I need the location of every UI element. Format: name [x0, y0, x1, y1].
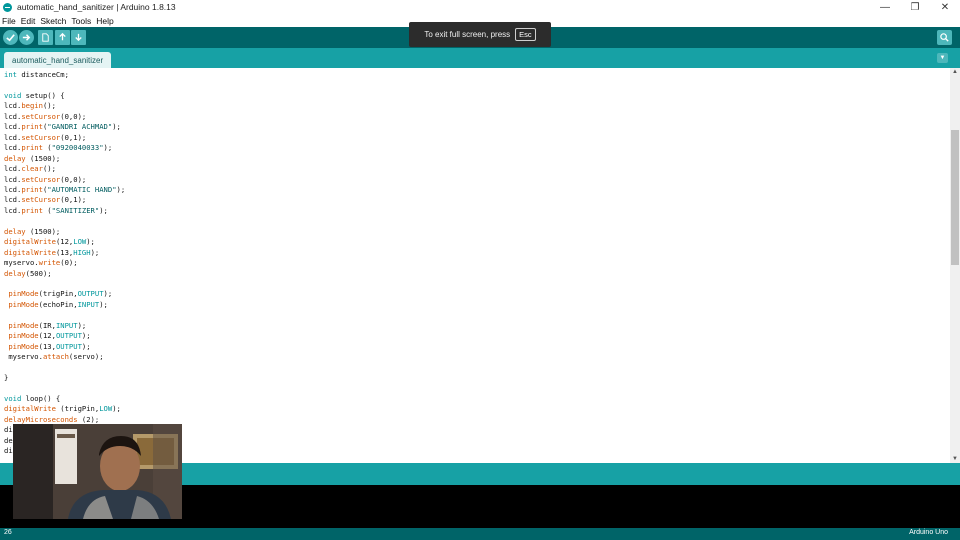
- menu-help[interactable]: Help: [96, 16, 113, 26]
- code-line: digitalWrite(12,LOW);: [4, 237, 95, 247]
- chevron-down-icon: ▼: [939, 55, 946, 61]
- menu-edit[interactable]: Edit: [21, 16, 36, 26]
- tab-menu-button[interactable]: ▼: [937, 53, 948, 63]
- code-line: myservo.write(0);: [4, 258, 78, 268]
- serial-monitor-button[interactable]: [937, 30, 952, 45]
- scroll-up-icon[interactable]: ▲: [950, 68, 960, 76]
- code-line: lcd.print("GANDRI ACHMAD");: [4, 122, 121, 132]
- code-line: di: [4, 446, 13, 456]
- save-icon: [75, 33, 82, 42]
- webcam-overlay: [13, 424, 182, 519]
- verify-button[interactable]: [3, 30, 18, 45]
- upload-button[interactable]: [19, 30, 34, 45]
- code-line: int distanceCm;: [4, 70, 69, 79]
- code-line: lcd.print("AUTOMATIC HAND");: [4, 184, 126, 194]
- code-line: delay (1500);: [4, 153, 61, 163]
- code-line: pinMode(trigPin,OUTPUT);: [8, 289, 113, 299]
- minimize-button[interactable]: —: [870, 0, 900, 14]
- code-line: delay(500);: [4, 268, 52, 278]
- code-line: lcd.setCursor(0,1);: [4, 195, 87, 205]
- code-line: pinMode(IR,INPUT);: [8, 320, 87, 330]
- bottom-status-bar: 26 Arduino Uno: [0, 528, 960, 540]
- code-line: pinMode(echoPin,INPUT);: [8, 299, 108, 309]
- window-title: automatic_hand_sanitizer | Arduino 1.8.1…: [17, 2, 176, 12]
- new-button[interactable]: [38, 30, 53, 45]
- code-line: lcd.clear();: [4, 164, 56, 174]
- code-editor[interactable]: int distanceCm; void setup() {lcd.begin()…: [0, 68, 950, 463]
- scrollbar-thumb[interactable]: [951, 130, 959, 265]
- code-line: delay (1500);: [4, 226, 61, 236]
- title-bar: automatic_hand_sanitizer | Arduino 1.8.1…: [0, 0, 960, 14]
- code-line: lcd.setCursor(0,0);: [4, 111, 87, 121]
- new-file-icon: [42, 33, 49, 42]
- save-button[interactable]: [71, 30, 86, 45]
- line-number: 26: [4, 529, 12, 536]
- esc-key-badge: Esc: [515, 28, 536, 41]
- code-line: void loop() {: [4, 393, 61, 403]
- code-line: digitalWrite(13,HIGH);: [4, 247, 100, 257]
- fullscreen-exit-notice: To exit full screen, press Esc: [409, 22, 551, 47]
- close-button[interactable]: ✕: [930, 0, 960, 14]
- open-icon: [59, 32, 66, 41]
- code-line: lcd.setCursor(0,0);: [4, 174, 87, 184]
- code-line: di: [4, 425, 13, 435]
- scroll-down-icon[interactable]: ▼: [950, 455, 960, 463]
- menu-tools[interactable]: Tools: [71, 16, 91, 26]
- board-name: Arduino Uno: [909, 529, 948, 536]
- fullscreen-notice-text: To exit full screen, press: [424, 30, 511, 39]
- code-line: }: [4, 373, 9, 383]
- editor-scrollbar[interactable]: ▲ ▼: [950, 68, 960, 463]
- code-line: lcd.setCursor(0,1);: [4, 132, 87, 142]
- tab-automatic-hand-sanitizer[interactable]: automatic_hand_sanitizer: [4, 52, 112, 68]
- code-line: void setup() {: [4, 90, 65, 100]
- tab-bar: automatic_hand_sanitizer ▼: [0, 48, 960, 68]
- magnifier-icon: [940, 33, 949, 42]
- window-controls: — ❐ ✕: [870, 0, 960, 14]
- restore-button[interactable]: ❐: [900, 0, 930, 14]
- webcam-person-image: [13, 424, 182, 519]
- menu-sketch[interactable]: Sketch: [40, 16, 66, 26]
- code-line: pinMode(12,OUTPUT);: [8, 331, 91, 341]
- code-line: lcd.print ("0920040033");: [4, 143, 113, 153]
- code-line: myservo.attach(servo);: [8, 352, 104, 362]
- code-line: de: [4, 435, 13, 445]
- code-line: digitalWrite (trigPin,LOW);: [4, 404, 121, 414]
- open-button[interactable]: [55, 30, 70, 45]
- code-line: lcd.print ("SANITIZER");: [4, 205, 108, 215]
- code-line: lcd.begin();: [4, 101, 56, 111]
- check-icon: [6, 34, 15, 42]
- arrow-right-icon: [22, 34, 31, 41]
- code-line: pinMode(13,OUTPUT);: [8, 341, 91, 351]
- menu-file[interactable]: File: [2, 16, 16, 26]
- arduino-logo-icon: [3, 2, 12, 12]
